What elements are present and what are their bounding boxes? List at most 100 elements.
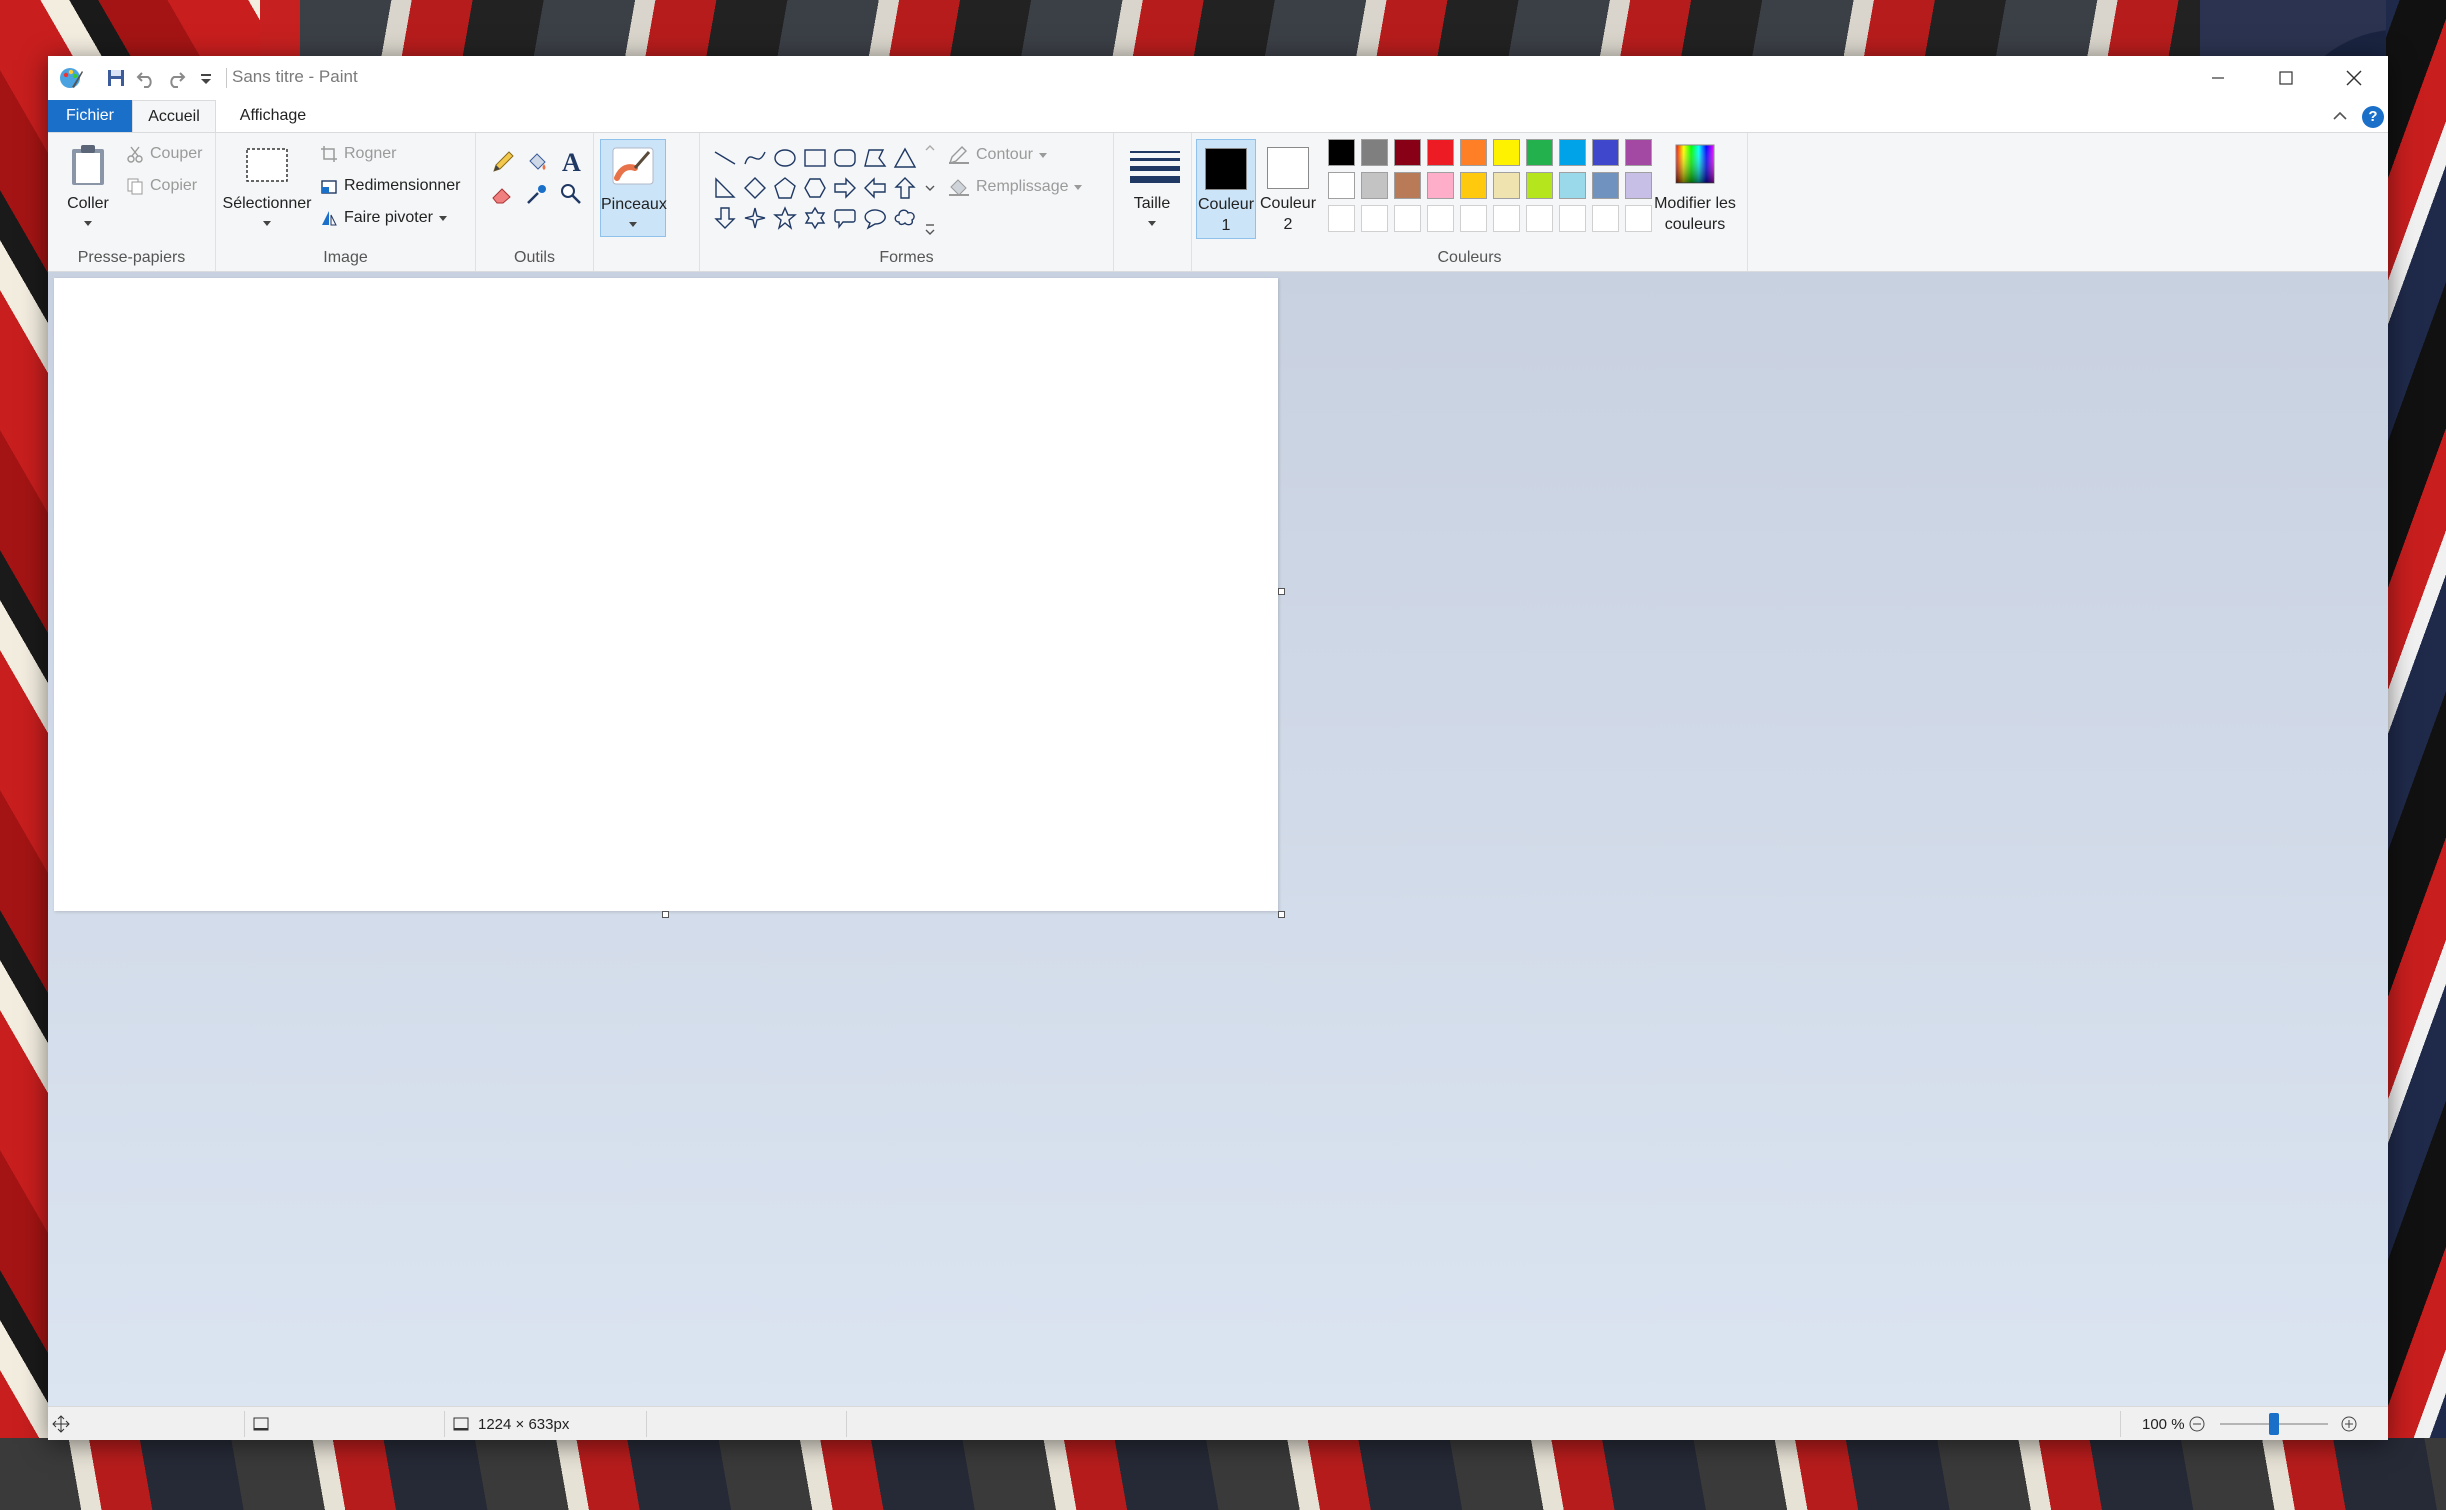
zoom-out-icon[interactable] <box>2188 1415 2206 1433</box>
cut-label: Couper <box>150 145 203 162</box>
drawing-canvas[interactable] <box>54 278 1278 911</box>
shape-cloud-callout[interactable] <box>890 203 920 233</box>
pencil-icon[interactable] <box>490 149 516 175</box>
tab-view[interactable]: Affichage <box>228 100 318 132</box>
brushes-button[interactable]: Pinceaux <box>600 139 667 237</box>
palette-custom-slot[interactable] <box>1394 205 1421 232</box>
palette-custom-slot[interactable] <box>1526 205 1553 232</box>
palette-color-1-2[interactable] <box>1361 139 1388 166</box>
shape-pentagon[interactable] <box>770 173 800 203</box>
cut-button[interactable]: Couper <box>126 145 202 163</box>
palette-color-2-7[interactable] <box>1526 172 1553 199</box>
maximize-button[interactable] <box>2252 56 2320 100</box>
paint-app-icon[interactable] <box>58 65 84 91</box>
minimize-button[interactable] <box>2184 56 2252 100</box>
select-button[interactable]: Sélectionner <box>222 139 312 239</box>
palette-color-1-9[interactable] <box>1592 139 1619 166</box>
palette-color-2-1[interactable] <box>1328 172 1355 199</box>
shape-oval-callout[interactable] <box>860 203 890 233</box>
palette-color-1-10[interactable] <box>1625 139 1652 166</box>
palette-color-1-6[interactable] <box>1493 139 1520 166</box>
palette-color-1-1[interactable] <box>1328 139 1355 166</box>
shape-line[interactable] <box>710 143 740 173</box>
shape-rounded-rectangle[interactable] <box>830 143 860 173</box>
shape-up-arrow[interactable] <box>890 173 920 203</box>
palette-color-2-10[interactable] <box>1625 172 1652 199</box>
save-icon[interactable] <box>104 66 128 90</box>
palette-color-1-5[interactable] <box>1460 139 1487 166</box>
palette-custom-slot[interactable] <box>1427 205 1454 232</box>
palette-color-1-3[interactable] <box>1394 139 1421 166</box>
resize-handle-bottom[interactable] <box>662 911 669 918</box>
resize-handle-right[interactable] <box>1278 588 1285 595</box>
resize-handle-corner[interactable] <box>1278 911 1285 918</box>
paste-button[interactable]: Coller <box>58 139 118 239</box>
eraser-icon[interactable] <box>490 181 516 207</box>
zoom-slider-thumb[interactable] <box>2269 1413 2279 1435</box>
palette-color-2-4[interactable] <box>1427 172 1454 199</box>
size-button[interactable]: Taille <box>1118 139 1186 239</box>
outline-button[interactable]: Contour <box>948 145 1047 165</box>
shape-diamond[interactable] <box>740 173 770 203</box>
shape-down-arrow[interactable] <box>710 203 740 233</box>
shape-polygon[interactable] <box>860 143 890 173</box>
text-icon[interactable]: A <box>558 147 586 175</box>
palette-custom-slot[interactable] <box>1559 205 1586 232</box>
shape-rectangle[interactable] <box>800 143 830 173</box>
shape-rounded-callout[interactable] <box>830 203 860 233</box>
help-button[interactable]: ? <box>2362 106 2384 128</box>
shapes-scroll[interactable] <box>922 143 938 237</box>
shape-hexagon[interactable] <box>800 173 830 203</box>
shape-oval[interactable] <box>770 143 800 173</box>
color-spectrum-icon <box>1675 144 1715 184</box>
palette-color-2-5[interactable] <box>1460 172 1487 199</box>
zoom-in-icon[interactable] <box>2340 1415 2358 1433</box>
color1-button[interactable]: Couleur 1 <box>1196 139 1256 239</box>
magnifier-icon[interactable] <box>558 181 584 207</box>
color1-swatch <box>1205 148 1247 190</box>
shape-left-arrow[interactable] <box>860 173 890 203</box>
tab-file[interactable]: Fichier <box>48 100 132 132</box>
expand-gallery-icon[interactable] <box>925 223 935 237</box>
shape-five-point-star[interactable] <box>770 203 800 233</box>
palette-custom-slot[interactable] <box>1493 205 1520 232</box>
palette-color-2-9[interactable] <box>1592 172 1619 199</box>
fill-button[interactable]: Remplissage <box>948 177 1083 197</box>
palette-color-2-8[interactable] <box>1559 172 1586 199</box>
fill-bucket-icon[interactable] <box>524 149 550 175</box>
palette-color-2-3[interactable] <box>1394 172 1421 199</box>
crop-button[interactable]: Rogner <box>320 145 396 163</box>
palette-custom-slot[interactable] <box>1460 205 1487 232</box>
copy-button[interactable]: Copier <box>126 177 197 195</box>
color-palette <box>1320 133 1660 243</box>
undo-icon[interactable] <box>134 66 158 90</box>
scroll-down-icon[interactable] <box>925 183 935 193</box>
shape-four-point-star[interactable] <box>740 203 770 233</box>
shape-curve[interactable] <box>740 143 770 173</box>
resize-button[interactable]: Redimensionner <box>320 177 461 195</box>
collapse-ribbon-icon[interactable] <box>2330 106 2350 126</box>
palette-color-1-8[interactable] <box>1559 139 1586 166</box>
palette-color-2-6[interactable] <box>1493 172 1520 199</box>
edit-colors-button[interactable]: Modifier les couleurs <box>1650 139 1740 239</box>
palette-custom-slot[interactable] <box>1361 205 1388 232</box>
maximize-icon <box>2279 71 2293 85</box>
shape-six-point-star[interactable] <box>800 203 830 233</box>
palette-color-1-7[interactable] <box>1526 139 1553 166</box>
shape-right-triangle[interactable] <box>710 173 740 203</box>
palette-color-1-4[interactable] <box>1427 139 1454 166</box>
tab-home[interactable]: Accueil <box>132 100 216 132</box>
scroll-up-icon[interactable] <box>925 143 935 153</box>
shape-right-arrow[interactable] <box>830 173 860 203</box>
shape-triangle[interactable] <box>890 143 920 173</box>
palette-custom-slot[interactable] <box>1625 205 1652 232</box>
redo-icon[interactable] <box>164 66 188 90</box>
color-picker-icon[interactable] <box>524 181 550 207</box>
customize-quick-access-icon[interactable] <box>194 66 218 90</box>
rotate-button[interactable]: Faire pivoter <box>320 209 447 227</box>
palette-custom-slot[interactable] <box>1328 205 1355 232</box>
palette-color-2-2[interactable] <box>1361 172 1388 199</box>
color2-button[interactable]: Couleur 2 <box>1258 139 1318 239</box>
close-button[interactable] <box>2320 56 2388 100</box>
palette-custom-slot[interactable] <box>1592 205 1619 232</box>
